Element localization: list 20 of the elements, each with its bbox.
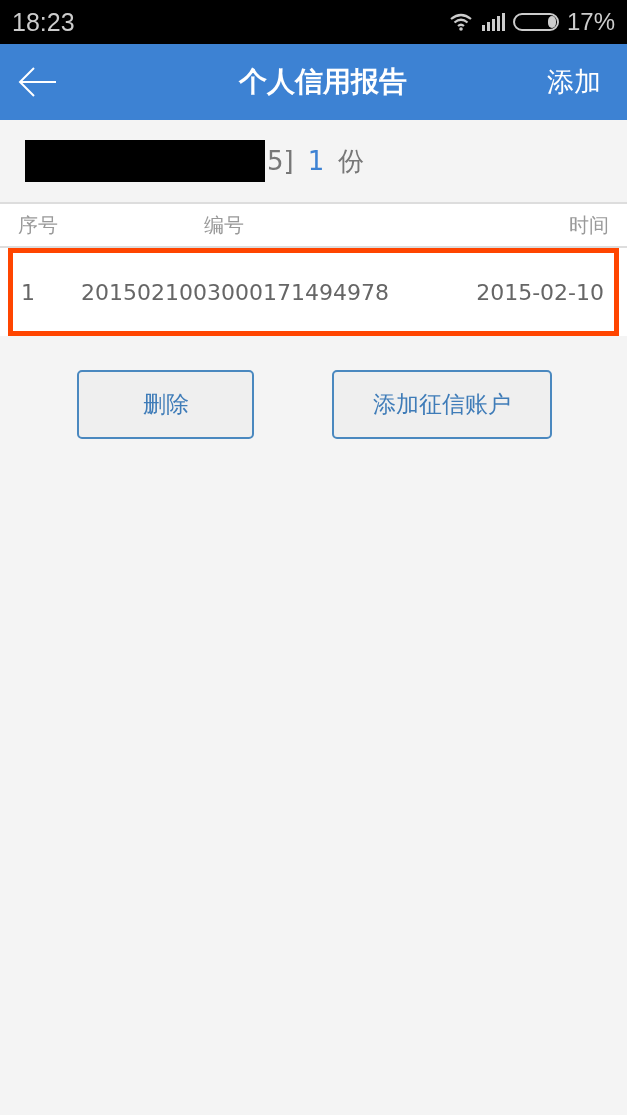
count-unit: 份 bbox=[338, 144, 365, 178]
column-header: 序号 bbox=[18, 211, 59, 239]
table-cell: 2015-02-10 bbox=[476, 279, 604, 305]
clock: 18:23 bbox=[12, 7, 75, 37]
signal-icon bbox=[480, 13, 505, 31]
battery-icon bbox=[512, 13, 559, 31]
back-arrow-icon[interactable] bbox=[18, 66, 58, 98]
add-button[interactable]: 添加 bbox=[547, 64, 601, 100]
report-count: 1 bbox=[307, 146, 325, 176]
battery-percent: 17% bbox=[566, 8, 615, 36]
delete-button[interactable]: 删除 bbox=[77, 370, 254, 439]
add-account-button[interactable]: 添加征信账户 bbox=[332, 370, 552, 439]
table-cell-text: 2015021003000171494978 bbox=[81, 279, 390, 305]
report-row[interactable]: 1 2015021003000171494978 2015-02-10 bbox=[8, 248, 619, 336]
report-label: 5] bbox=[267, 146, 294, 176]
table-cell-text: 1 bbox=[21, 279, 36, 305]
column-header: 时间 bbox=[569, 211, 609, 239]
column-header: 编号 bbox=[204, 211, 245, 239]
page-title: 个人信用报告 bbox=[238, 64, 407, 100]
wifi-icon bbox=[448, 13, 473, 31]
